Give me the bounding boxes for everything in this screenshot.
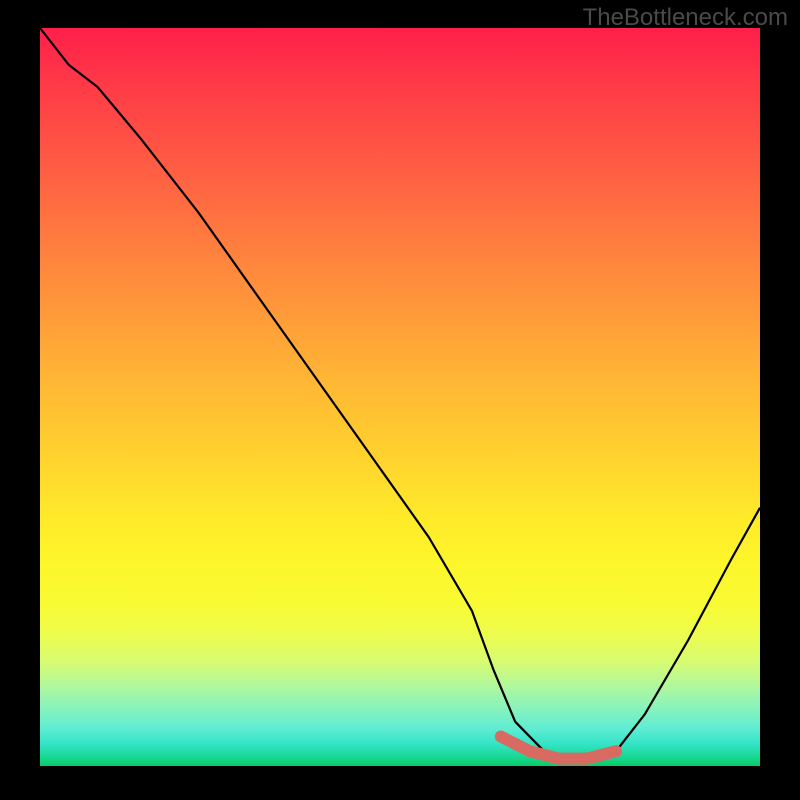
flat-highlight — [501, 737, 616, 759]
plot-area — [40, 28, 760, 766]
chart-frame: TheBottleneck.com — [0, 0, 800, 800]
bottleneck-curve — [40, 28, 760, 759]
watermark-text: TheBottleneck.com — [583, 4, 788, 32]
curve-layer — [40, 28, 760, 766]
